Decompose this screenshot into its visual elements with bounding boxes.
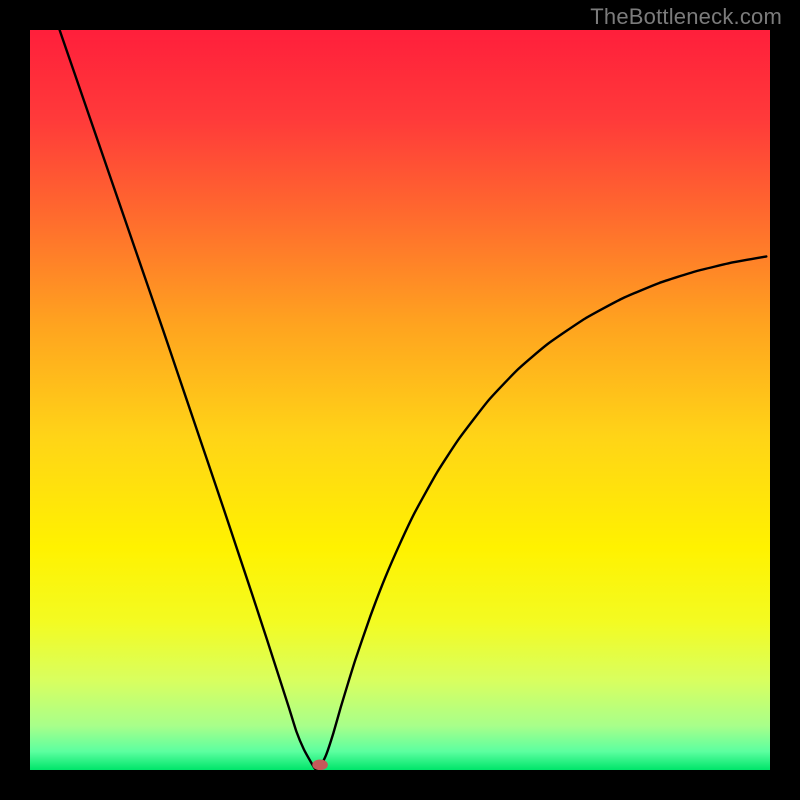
target-marker — [312, 759, 328, 770]
chart-svg — [30, 30, 770, 770]
plot-area — [30, 30, 770, 770]
gradient-background — [30, 30, 770, 770]
watermark-label: TheBottleneck.com — [590, 4, 782, 30]
outer-frame: TheBottleneck.com — [0, 0, 800, 800]
